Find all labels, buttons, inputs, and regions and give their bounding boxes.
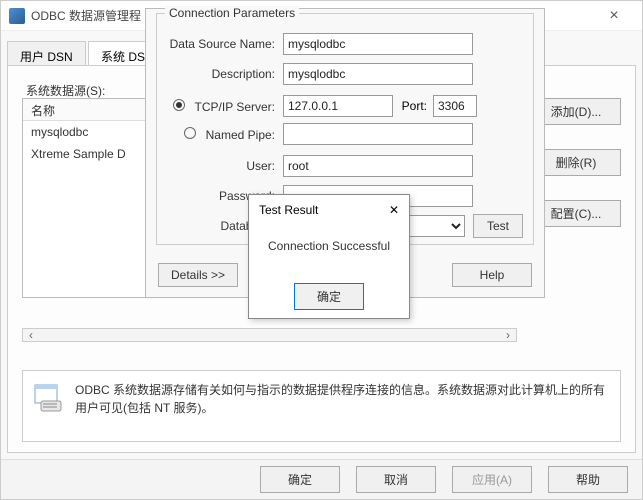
dsn-input[interactable] [283, 33, 473, 55]
named-pipe-label: Named Pipe: [206, 128, 275, 142]
tcp-server-input[interactable] [283, 95, 393, 117]
tcp-radio[interactable] [173, 99, 185, 111]
modal-footer: 确定 [249, 275, 409, 318]
user-input[interactable] [283, 155, 473, 177]
close-icon[interactable]: × [594, 7, 634, 25]
tcp-label: TCP/IP Server: [195, 100, 275, 114]
window-title: ODBC 数据源管理程 [31, 7, 141, 24]
info-text: ODBC 系统数据源存储有关如何与指示的数据提供程序连接的信息。系统数据源对此计… [75, 381, 610, 417]
close-icon[interactable]: ✕ [389, 203, 399, 217]
modal-ok-button[interactable]: 确定 [294, 283, 364, 310]
dsn-label: Data Source Name: [157, 37, 283, 51]
scroll-left-icon[interactable]: ‹ [23, 328, 39, 342]
description-input[interactable] [283, 63, 473, 85]
ok-button[interactable]: 确定 [260, 466, 340, 493]
dsn-group-label: 系统数据源(S): [22, 84, 109, 98]
details-button[interactable]: Details >> [158, 263, 238, 287]
connection-group-label: Connection Parameters [165, 6, 299, 20]
apply-button[interactable]: 应用(A) [452, 466, 532, 493]
description-label: Description: [157, 67, 283, 81]
horizontal-scrollbar[interactable]: ‹ › [22, 328, 517, 342]
dialog-footer: 确定 取消 应用(A) 帮助 [1, 459, 642, 499]
modal-header: Test Result ✕ [249, 195, 409, 221]
help-button[interactable]: 帮助 [548, 466, 628, 493]
modal-title: Test Result [259, 203, 318, 217]
named-pipe-input[interactable] [283, 123, 473, 145]
info-panel: ODBC 系统数据源存储有关如何与指示的数据提供程序连接的信息。系统数据源对此计… [22, 370, 621, 442]
conn-help-button[interactable]: Help [452, 263, 532, 287]
datasource-icon [33, 381, 65, 413]
cancel-button[interactable]: 取消 [356, 466, 436, 493]
tcp-radio-row: TCP/IP Server: [157, 99, 283, 114]
pipe-radio-row: Named Pipe: [157, 127, 283, 142]
modal-message: Connection Successful [249, 221, 409, 275]
user-label: User: [157, 159, 283, 173]
odbc-icon [9, 8, 25, 24]
test-button[interactable]: Test [473, 214, 523, 238]
scroll-right-icon[interactable]: › [500, 328, 516, 342]
port-label: Port: [393, 99, 433, 113]
port-input[interactable] [433, 95, 477, 117]
named-pipe-radio[interactable] [184, 127, 196, 139]
test-result-dialog: Test Result ✕ Connection Successful 确定 [248, 194, 410, 319]
